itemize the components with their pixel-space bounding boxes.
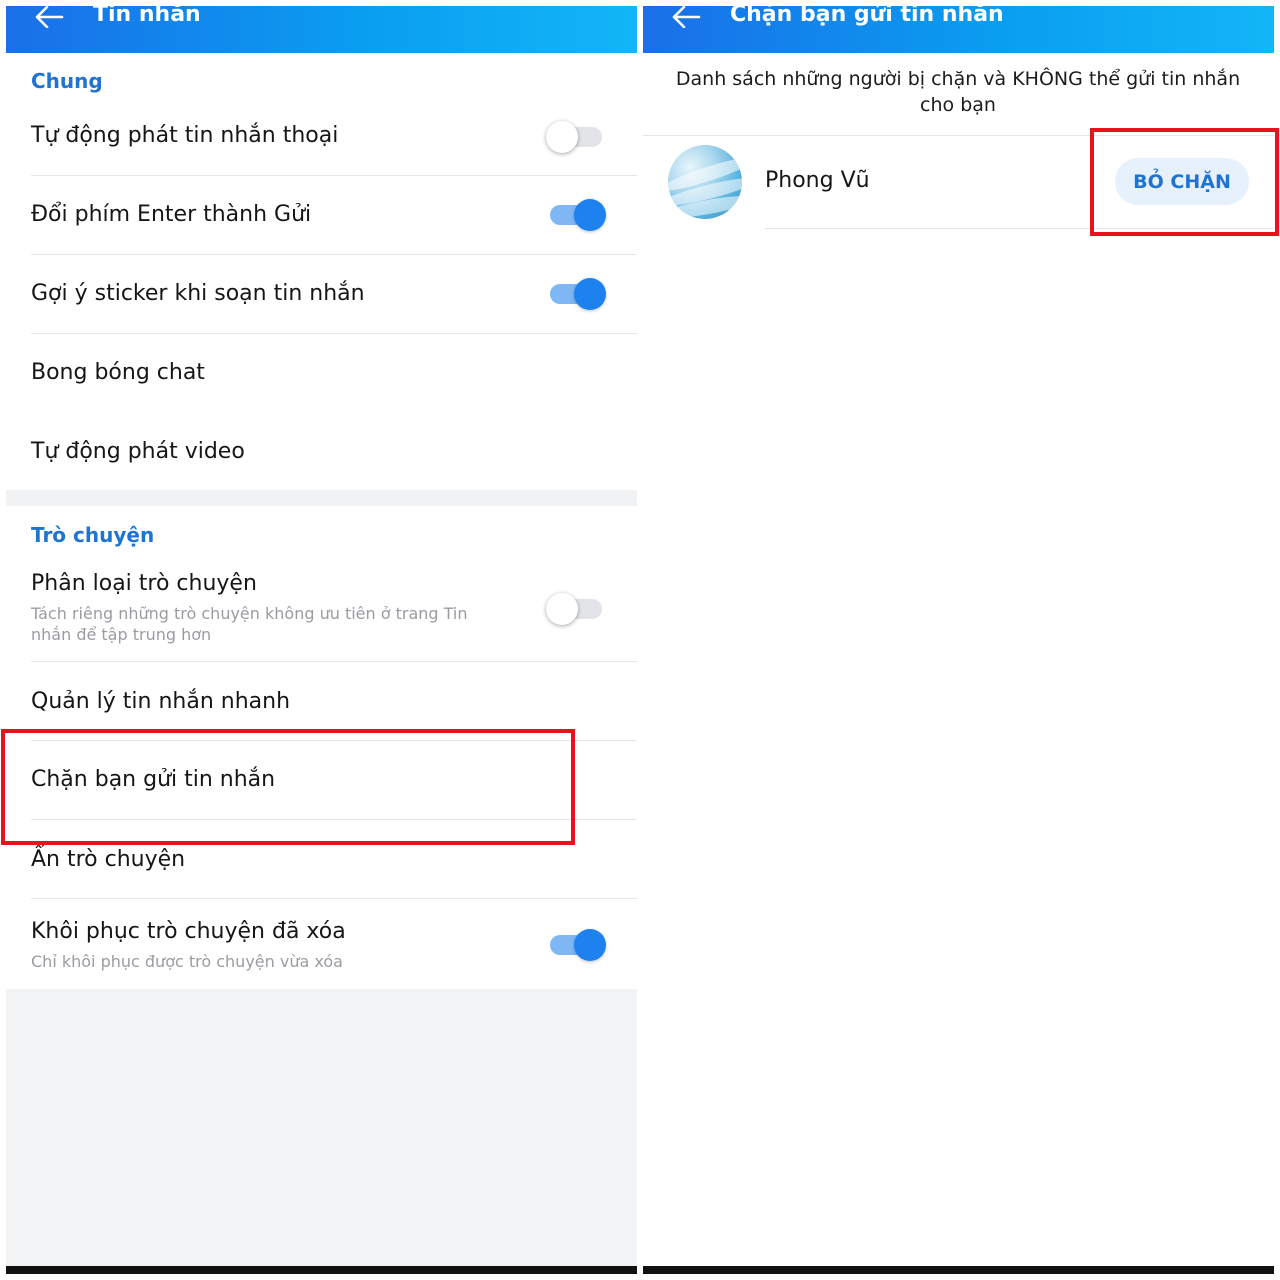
divider xyxy=(765,228,1274,229)
section-title-general: Chung xyxy=(31,69,103,93)
back-arrow-icon[interactable] xyxy=(671,6,701,28)
blocked-list-panel: Chặn bạn gửi tin nhắn Danh sách những ng… xyxy=(643,0,1274,1280)
setting-label: Đổi phím Enter thành Gửi xyxy=(31,202,312,227)
blocked-list-description: Danh sách những người bị chặn và KHÔNG t… xyxy=(675,68,1241,116)
app-header: Chặn bạn gửi tin nhắn xyxy=(643,2,1274,53)
setting-sticker-suggestion[interactable]: Gợi ý sticker khi soạn tin nhắn xyxy=(6,255,637,334)
setting-label: Tự động phát video xyxy=(31,439,245,464)
setting-description: Tách riêng những trò chuyện không ưu tiê… xyxy=(31,604,468,644)
setting-label: Ẩn trò chuyện xyxy=(31,847,186,872)
setting-description: Chỉ khôi phục được trò chuyện vừa xóa xyxy=(31,952,343,971)
setting-auto-play-video[interactable]: Tự động phát video xyxy=(6,413,637,490)
setting-quick-messages[interactable]: Quản lý tin nhắn nhanh xyxy=(6,662,637,741)
enter-to-send-toggle[interactable] xyxy=(548,196,608,232)
blocked-user-name: Phong Vũ xyxy=(765,168,870,193)
setting-label: Phân loại trò chuyện xyxy=(31,571,257,596)
messages-settings-panel: Tin nhắn Chung Tự động phát tin nhắn tho… xyxy=(6,0,637,1280)
setting-label: Gợi ý sticker khi soạn tin nhắn xyxy=(31,281,365,306)
setting-label: Tự động phát tin nhắn thoại xyxy=(31,123,339,148)
chat-classification-toggle[interactable] xyxy=(546,590,606,626)
setting-auto-play-voice[interactable]: Tự động phát tin nhắn thoại xyxy=(6,98,637,176)
setting-chat-classification[interactable]: Phân loại trò chuyện Tách riêng những tr… xyxy=(6,560,637,662)
empty-area xyxy=(6,989,637,1266)
page-title: Tin nhắn xyxy=(93,2,201,27)
setting-chat-bubble[interactable]: Bong bóng chat xyxy=(6,334,637,413)
setting-label: Quản lý tin nhắn nhanh xyxy=(31,689,291,714)
setting-label: Chặn bạn gửi tin nhắn xyxy=(31,767,276,792)
setting-hide-chat[interactable]: Ẩn trò chuyện xyxy=(6,820,637,899)
avatar[interactable] xyxy=(668,145,742,219)
sticker-suggestion-toggle[interactable] xyxy=(548,275,608,311)
setting-block-messages[interactable]: Chặn bạn gửi tin nhắn xyxy=(6,741,637,820)
page-title: Chặn bạn gửi tin nhắn xyxy=(730,2,1004,27)
setting-label: Bong bóng chat xyxy=(31,360,205,385)
setting-restore-deleted-chat[interactable]: Khôi phục trò chuyện đã xóa Chỉ khôi phụ… xyxy=(6,899,637,989)
app-header: Tin nhắn xyxy=(6,2,637,53)
auto-play-voice-toggle[interactable] xyxy=(546,118,606,154)
bottom-edge xyxy=(6,1266,637,1274)
unblock-button[interactable]: BỎ CHẶN xyxy=(1115,158,1249,205)
divider xyxy=(643,135,1274,136)
restore-deleted-chat-toggle[interactable] xyxy=(548,926,608,962)
setting-enter-to-send[interactable]: Đổi phím Enter thành Gửi xyxy=(6,176,637,255)
back-arrow-icon[interactable] xyxy=(34,6,64,28)
bottom-edge xyxy=(643,1266,1274,1274)
section-separator xyxy=(6,490,637,506)
setting-label: Khôi phục trò chuyện đã xóa xyxy=(31,919,346,944)
section-title-chat: Trò chuyện xyxy=(31,523,155,547)
